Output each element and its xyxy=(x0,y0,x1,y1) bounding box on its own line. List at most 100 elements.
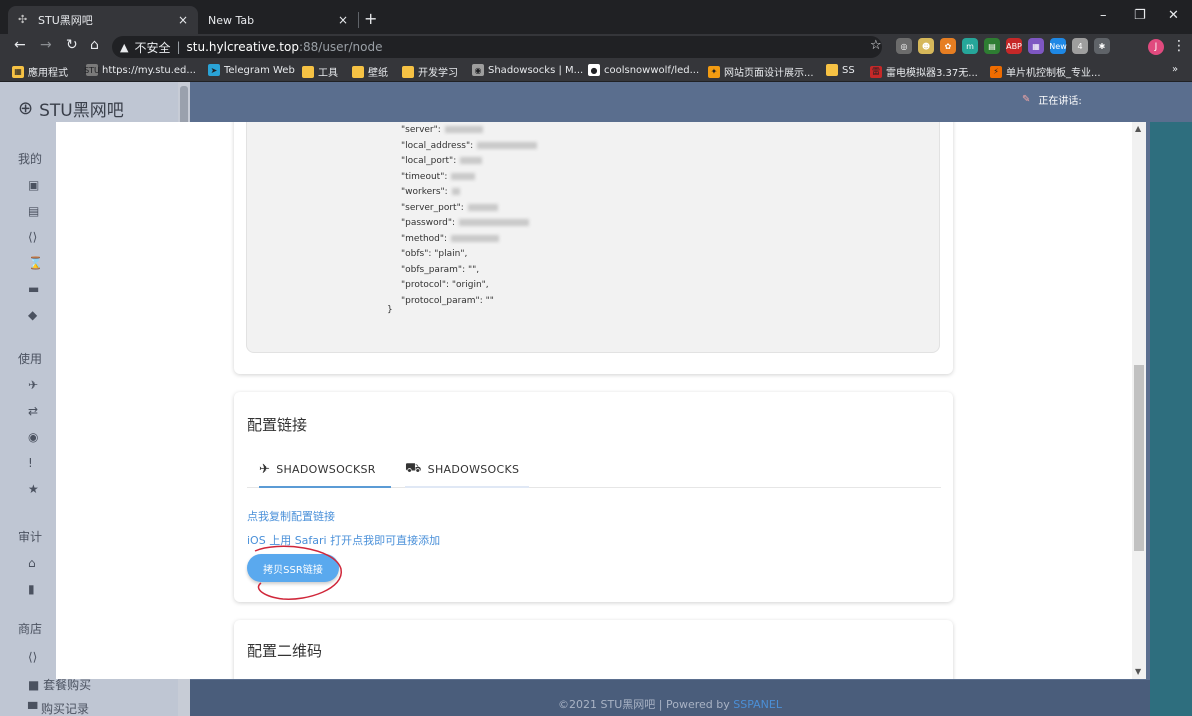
tab-title: New Tab xyxy=(208,13,255,27)
tab-label: SHADOWSOCKS xyxy=(427,462,520,476)
bookmark-icon xyxy=(352,65,364,78)
ext-face-icon[interactable]: ☻ xyxy=(918,38,934,54)
brand-name: STU黑网吧 xyxy=(39,101,124,121)
profile-icon[interactable]: ▤ xyxy=(28,204,39,218)
more-bookmarks-icon[interactable]: » xyxy=(1172,64,1178,75)
ext-abp-icon[interactable]: ABP xyxy=(1006,38,1022,54)
scroll-up-icon[interactable]: ▲ xyxy=(1135,124,1141,133)
reload-icon[interactable]: ↻ xyxy=(66,37,78,53)
ext-note-icon[interactable]: ▤ xyxy=(984,38,1000,54)
bookmark-item[interactable]: 工具 xyxy=(302,64,338,79)
restore-button[interactable]: ❐ xyxy=(1134,8,1146,23)
bookmark-item[interactable]: STU https://my.stu.ed... xyxy=(84,64,196,76)
security-label: 不安全 xyxy=(134,40,171,55)
page-background-right xyxy=(1150,82,1192,716)
modal-scrollbar[interactable]: ▲ ▼ xyxy=(1132,122,1146,679)
bookmark-icon: STU xyxy=(84,64,100,76)
user-center-icon[interactable]: ▣ xyxy=(28,178,39,192)
ext-m-icon[interactable]: m xyxy=(962,38,978,54)
speaking-indicator: ✎ 正在讲话: xyxy=(1022,92,1082,107)
bookmark-label: https://my.stu.ed... xyxy=(102,64,196,76)
bookmark-icon: ◉ xyxy=(472,64,484,76)
json-line-text: "obfs_param": "", xyxy=(401,264,480,275)
code-icon[interactable]: ⟨⟩ xyxy=(28,230,37,244)
sidebar-item-label: 购买记录 xyxy=(41,702,90,716)
warning-icon: ▲ xyxy=(120,40,129,54)
json-line: "server_port": xyxy=(401,203,498,213)
star-icon[interactable]: ★ xyxy=(28,482,39,496)
bookmark-item[interactable]: 开发学习 xyxy=(402,64,458,79)
config-json-block: } "server": "local_address": "local_port":… xyxy=(246,122,940,353)
sidebar-section-mine: 我的 xyxy=(18,152,43,166)
browser-toolbar: ← → ↻ ⌂ ▲ 不安全 | stu.hylcreative.top :88/… xyxy=(0,34,1192,60)
json-line-text: "workers": xyxy=(401,187,448,197)
json-line-text: "protocol": "origin", xyxy=(401,280,489,290)
json-line-text: "local_port": xyxy=(401,156,457,166)
code-brackets-icon[interactable]: ⟨⟩ xyxy=(28,650,37,664)
ext-flower-icon[interactable]: ✿ xyxy=(940,38,956,54)
bookmark-item[interactable]: ✦ 网站页面设计展示... xyxy=(708,64,814,79)
minimize-button[interactable]: – xyxy=(1100,8,1107,23)
node-config-modal: } "server": "local_address": "local_port":… xyxy=(56,122,1146,679)
tab-shadowsocks[interactable]: ⛟ SHADOWSOCKS xyxy=(405,452,529,488)
close-tab-icon[interactable]: × xyxy=(338,13,348,27)
bookmark-item[interactable]: ⚡ 单片机控制板_专业... xyxy=(990,64,1101,79)
ext-puzzle-icon[interactable]: ✱ xyxy=(1094,38,1110,54)
bookmark-icon: ▦ xyxy=(12,65,24,78)
browser-tab-new[interactable]: New Tab × xyxy=(198,6,358,34)
copy-config-link[interactable]: 点我复制配置链接 xyxy=(247,508,335,524)
plane-icon[interactable]: ✈ xyxy=(28,378,38,392)
bookmark-icon: ⚡ xyxy=(990,65,1002,78)
sspanel-link[interactable]: SSPANEL xyxy=(733,698,782,711)
json-line-text: "timeout": xyxy=(401,171,448,182)
brand[interactable]: ⊕ STU黑网吧 xyxy=(18,96,124,121)
transfer-icon[interactable]: ⇄ xyxy=(28,404,38,418)
speaking-label: 正在讲话: xyxy=(1038,96,1082,107)
bookmark-item[interactable]: ● coolsnowwolf/led... xyxy=(588,64,699,76)
new-tab-button[interactable]: + xyxy=(364,9,377,28)
modal-scroll-thumb[interactable] xyxy=(1134,365,1144,551)
bookmark-star-icon[interactable]: ☆ xyxy=(870,38,882,53)
footer-text: ©2021 STU黑网吧 | Powered by xyxy=(558,698,734,711)
redacted-value xyxy=(444,126,483,133)
profile-avatar[interactable]: J xyxy=(1148,39,1164,55)
menu-dots-icon[interactable]: ⋮ xyxy=(1172,38,1186,54)
forward-arrow-icon[interactable]: → xyxy=(40,37,52,53)
home-icon[interactable]: ⌂ xyxy=(90,37,99,53)
bookmark-item[interactable]: ➤ Telegram Web xyxy=(208,64,295,76)
clipboard-icon[interactable]: ▮ xyxy=(28,582,35,596)
bank-icon[interactable]: ⌂ xyxy=(28,556,36,570)
json-line-text: "obfs": "plain", xyxy=(401,249,468,259)
json-line-text: "server": xyxy=(401,125,441,135)
ext-boxes-icon[interactable]: ▦ xyxy=(1028,38,1044,54)
ext-new-icon[interactable]: New xyxy=(1049,38,1067,54)
scroll-down-icon[interactable]: ▼ xyxy=(1135,667,1141,676)
json-line: "method": xyxy=(401,234,500,244)
tab-shadowsocksr[interactable]: ✈ SHADOWSOCKSR xyxy=(259,452,391,488)
bookmark-label: Telegram Web xyxy=(224,64,295,76)
browser-tab-active[interactable]: ✣ STU黑网吧 × xyxy=(8,6,198,34)
bookmark-item[interactable]: 壁纸 xyxy=(352,64,388,79)
eye-icon[interactable]: ◉ xyxy=(28,430,38,444)
hourglass-icon[interactable]: ⌛ xyxy=(28,256,43,270)
bookmark-item[interactable]: SS xyxy=(826,64,855,76)
json-line-text: "password": xyxy=(401,218,456,228)
ext-g4-icon[interactable]: 4 xyxy=(1072,38,1088,54)
close-window-button[interactable]: ✕ xyxy=(1168,8,1179,23)
json-line: "password": xyxy=(401,218,530,228)
bookmark-item[interactable]: 雷雷电模拟器3.37无... xyxy=(870,64,978,79)
alert-icon[interactable]: ! xyxy=(28,456,33,470)
chat-icon[interactable]: ▬ xyxy=(28,282,39,296)
sidebar-item-purchase-records[interactable]: ▀ 购买记录 xyxy=(28,700,89,716)
page-viewport: ⊕ STU黑网吧 我的 ▣ ▤ ⟨⟩ ⌛ ▬ ◆ 使用 ✈ ⇄ ◉ ! ★ 审计… xyxy=(0,82,1192,716)
close-tab-icon[interactable]: × xyxy=(178,13,188,27)
bookmark-label: SS xyxy=(842,64,855,76)
json-line: "protocol_param": "" xyxy=(401,296,494,306)
back-arrow-icon[interactable]: ← xyxy=(14,37,26,53)
tag-icon[interactable]: ◆ xyxy=(28,308,37,322)
sidebar-section-audit: 审计 xyxy=(18,530,43,544)
address-bar[interactable]: ▲ 不安全 | stu.hylcreative.top :88/user/nod… xyxy=(112,36,882,58)
bookmark-item[interactable]: ▦ 應用程式 xyxy=(12,64,68,79)
ext-glasses-icon[interactable]: ◎ xyxy=(896,38,912,54)
bookmark-item[interactable]: ◉ Shadowsocks | M... xyxy=(472,64,583,76)
